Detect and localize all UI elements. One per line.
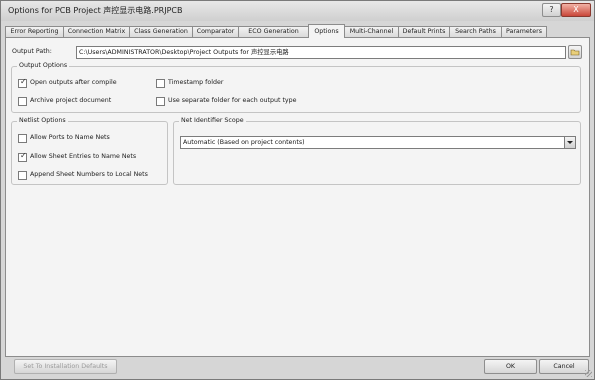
allow-ports-label: Allow Ports to Name Nets [30, 134, 110, 141]
help-button[interactable]: ? [542, 3, 561, 17]
net-identifier-scope-group: Net Identifier Scope Automatic (Based on… [173, 117, 581, 185]
browse-folder-button[interactable] [568, 45, 582, 59]
title-bar: Options for PCB Project 声控显示电路.PRJPCB ? … [1, 1, 594, 21]
tab-parameters[interactable]: Parameters [501, 26, 547, 37]
tab-connection-matrix[interactable]: Connection Matrix [63, 26, 130, 37]
output-path-label: Output Path: [12, 48, 52, 55]
open-outputs-checkbox[interactable]: ✓ [18, 77, 27, 88]
timestamp-folder-label: Timestamp folder [168, 79, 224, 86]
separate-folder-label: Use separate folder for each output type [168, 97, 297, 104]
output-path-input[interactable]: C:\Users\ADMINISTRATOR\Desktop\Project O… [76, 46, 566, 59]
tab-multi-channel[interactable]: Multi-Channel [344, 26, 399, 37]
net-identifier-scope-value: Automatic (Based on project contents) [183, 139, 305, 146]
archive-project-checkbox[interactable] [18, 97, 27, 106]
tab-default-prints[interactable]: Default Prints [398, 26, 450, 37]
folder-icon [570, 49, 580, 56]
options-dialog: Options for PCB Project 声控显示电路.PRJPCB ? … [0, 0, 595, 380]
ok-button[interactable]: OK [484, 359, 537, 374]
net-identifier-scope-select[interactable]: Automatic (Based on project contents) [180, 136, 576, 149]
append-sheet-numbers-checkbox[interactable] [18, 171, 27, 180]
resize-grip[interactable] [585, 370, 592, 377]
netlist-options-group: Netlist Options Allow Ports to Name Nets… [11, 117, 168, 185]
close-button[interactable]: X [561, 3, 591, 17]
append-sheet-numbers-label: Append Sheet Numbers to Local Nets [30, 171, 148, 178]
open-outputs-label: Open outputs after compile [30, 79, 117, 86]
netlist-options-title: Netlist Options [17, 117, 68, 124]
cancel-button[interactable]: Cancel [539, 359, 589, 374]
tab-eco-generation[interactable]: ECO Generation [238, 26, 309, 37]
net-identifier-scope-title: Net Identifier Scope [179, 117, 246, 124]
checkmark-icon: ✓ [20, 151, 27, 160]
chevron-down-icon[interactable] [564, 137, 575, 148]
archive-project-label: Archive project document [30, 97, 112, 104]
checkmark-icon: ✓ [20, 77, 27, 86]
tab-search-paths[interactable]: Search Paths [449, 26, 502, 37]
tab-options[interactable]: Options [308, 24, 345, 38]
allow-sheet-entries-label: Allow Sheet Entries to Name Nets [30, 153, 137, 160]
output-options-group: Output Options ✓ Open outputs after comp… [11, 62, 581, 113]
separate-folder-checkbox[interactable] [156, 97, 165, 106]
tab-class-generation[interactable]: Class Generation [129, 26, 193, 37]
allow-ports-checkbox[interactable] [18, 134, 27, 143]
output-options-title: Output Options [17, 62, 70, 69]
timestamp-folder-checkbox[interactable] [156, 79, 165, 88]
set-defaults-button[interactable]: Set To Installation Defaults [14, 359, 117, 374]
tab-comparator[interactable]: Comparator [192, 26, 239, 37]
options-panel: Output Path: C:\Users\ADMINISTRATOR\Desk… [5, 37, 590, 357]
allow-sheet-entries-checkbox[interactable]: ✓ [18, 151, 27, 162]
tab-error-reporting[interactable]: Error Reporting [5, 26, 64, 37]
window-title: Options for PCB Project 声控显示电路.PRJPCB [8, 6, 183, 15]
